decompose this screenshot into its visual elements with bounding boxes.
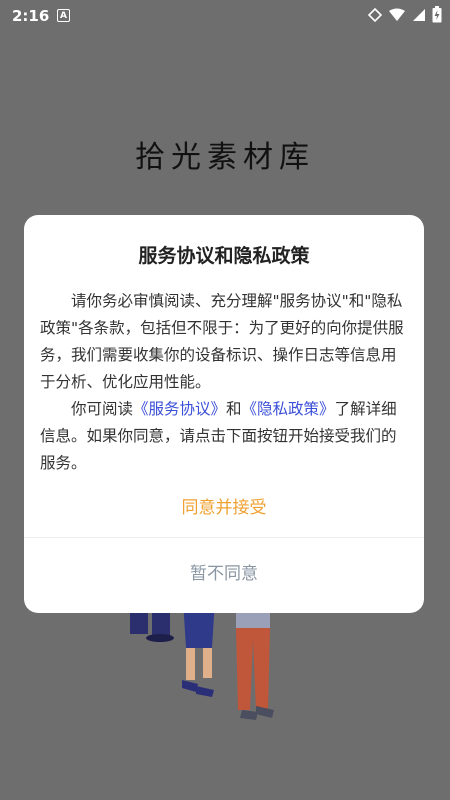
dialog-title: 服务协议和隐私政策 [138,245,310,267]
people-illustration [130,600,274,720]
dialog-divider [24,537,424,538]
signal-icon [413,8,425,21]
signal-diamond-icon [368,7,382,22]
decline-button[interactable]: 暂不同意 [24,559,424,584]
status-time: 2:16 [12,7,50,25]
status-icons [368,6,442,23]
status-bar: 2:16 A [0,0,450,32]
dialog-paragraph-1: 请你务必审慎阅读、充分理解"服务协议"和"隐私政策"各条款，包括但不限于：为了更… [40,292,404,391]
accept-button[interactable]: 同意并接受 [24,493,424,518]
dialog-paragraph-2: 你可阅读《服务协议》和《隐私政策》了解详细信息。如果你同意，请点击下面按钮开始接… [40,396,408,477]
dialog-body: 请你务必审慎阅读、充分理解"服务协议"和"隐私政策"各条款，包括但不限于：为了更… [40,288,408,477]
notification-a-icon: A [57,9,70,22]
app-title: 拾光素材库 [135,140,315,175]
privacy-policy-link[interactable]: 《隐私政策》 [242,400,335,418]
service-agreement-link[interactable]: 《服务协议》 [133,400,226,418]
paragraph-2-prefix: 你可阅读 [71,400,134,418]
battery-charging-icon [432,6,442,23]
wifi-icon [389,8,405,21]
paragraph-2-middle: 和 [226,400,242,418]
privacy-dialog: 服务协议和隐私政策 请你务必审慎阅读、充分理解"服务协议"和"隐私政策"各条款，… [24,215,424,613]
